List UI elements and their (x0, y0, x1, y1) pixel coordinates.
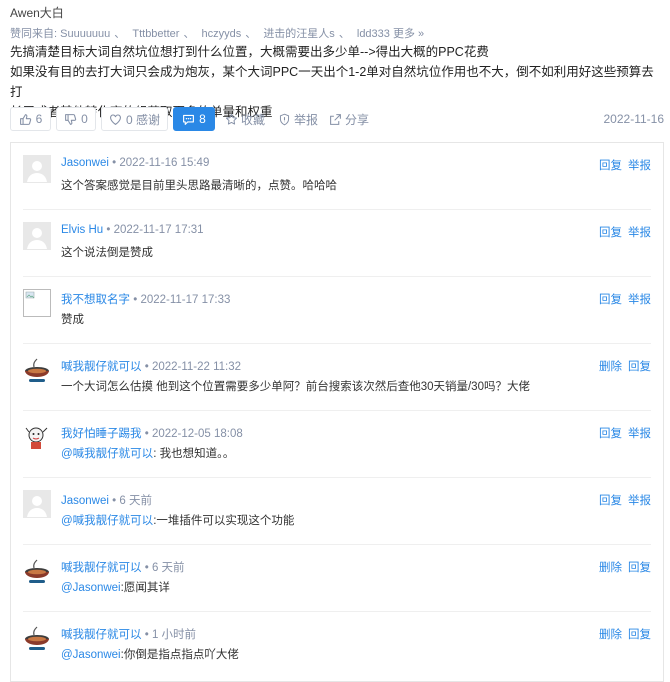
share-button[interactable]: 分享 (329, 111, 369, 128)
liked-by-user[interactable]: Tttbbetter (132, 28, 179, 40)
upvote-button[interactable]: 6 (10, 107, 51, 131)
comment-item: Elvis Hu • 2022-11-17 17:31 这个说法倒是赞成 回复举… (23, 210, 651, 277)
comment-reply-link[interactable]: 回复 (628, 629, 651, 641)
thumbs-down-icon (65, 113, 77, 125)
comment-time: 2022-11-22 11:32 (151, 361, 242, 373)
comment-time: 2022-11-17 17:31 (113, 224, 204, 236)
liked-by-prefix: 赞同来自: (10, 28, 58, 40)
comment-text: @喊我靓仔就可以: 我也想知道。。 (61, 448, 235, 460)
answer-line: 先搞清楚目标大词自然坑位想打到什么位置，大概需要出多少单-->得出大概的PPC花… (10, 45, 489, 59)
comment-time: 6 天前 (151, 562, 185, 574)
comment-reply-link[interactable]: 回复 (599, 227, 622, 239)
comment-text: 这个答案感觉是目前里头思路最清晰的，点赞。哈哈哈 (61, 180, 337, 192)
liked-by-user[interactable]: ldd333 (357, 28, 390, 40)
comment-time: 6 天前 (119, 495, 152, 507)
star-icon (225, 113, 238, 125)
comment-item: 喊我靓仔就可以 • 2022-11-22 11:32 一个大词怎么估摸 他到这个… (23, 344, 651, 411)
comments-button[interactable]: 8 (173, 107, 215, 131)
comment-author[interactable]: Jasonwei (61, 495, 109, 507)
comment-text: 赞成 (61, 314, 84, 326)
comment-delete-link[interactable]: 删除 (599, 562, 622, 574)
answer-card: Awen大白 赞同来自: Suuuuuuu、 Tttbbetter、 hczyy… (0, 0, 670, 682)
liked-by-more-link[interactable]: 更多 » (393, 28, 424, 40)
answer-actions: 6 0 0 感谢 8 收藏 举报 分享 2022-11-16 (10, 107, 664, 133)
favorite-button[interactable]: 收藏 (225, 111, 265, 128)
mention-link[interactable]: @喊我靓仔就可以 (61, 515, 153, 527)
comment-reply-link[interactable]: 回复 (599, 294, 622, 306)
comment-author[interactable]: 喊我靓仔就可以 (61, 562, 142, 574)
liked-by-user[interactable]: Suuuuuuu (60, 28, 110, 40)
broken-image-icon[interactable] (23, 289, 51, 317)
comment-reply-link[interactable]: 回复 (599, 495, 622, 507)
comment-text: 一个大词怎么估摸 他到这个位置需要多少单阿？前台搜索该次然后查他30天销量/30… (61, 381, 530, 393)
comment-item: 我好怕睡子踢我 • 2022-12-05 18:08 @喊我靓仔就可以: 我也想… (23, 411, 651, 478)
thanks-label: 0 感谢 (125, 112, 160, 127)
thanks-button[interactable]: 0 感谢 (101, 107, 168, 131)
comment-reply-link[interactable]: 回复 (599, 428, 622, 440)
comment-reply-link[interactable]: 回复 (628, 361, 651, 373)
default-avatar-icon[interactable] (23, 222, 51, 250)
comment-text: 这个说法倒是赞成 (61, 247, 153, 259)
comment-author[interactable]: 喊我靓仔就可以 (61, 629, 142, 641)
comments-panel: Jasonwei • 2022-11-16 15:49 这个答案感觉是目前里头思… (10, 142, 664, 682)
share-label: 分享 (345, 113, 370, 127)
liked-by-user[interactable]: hczyyds (202, 28, 242, 40)
comment-text: @Jasonwei:你倒是指点指点吖大佬 (61, 649, 239, 661)
mention-link[interactable]: @喊我靓仔就可以 (61, 448, 153, 460)
default-avatar-icon[interactable] (23, 155, 51, 183)
share-icon (330, 114, 341, 125)
comment-count: 8 (199, 112, 206, 126)
comment-text: @Jasonwei:愿闻其详 (61, 582, 170, 594)
report-label: 举报 (294, 113, 319, 127)
comment-author[interactable]: 我不想取名字 (61, 294, 130, 306)
answer-author[interactable]: Awen大白 (10, 4, 64, 21)
comment-report-link[interactable]: 举报 (628, 227, 651, 239)
comment-icon (183, 114, 195, 125)
comment-reply-link[interactable]: 回复 (599, 160, 622, 172)
comment-author[interactable]: 喊我靓仔就可以 (61, 361, 142, 373)
comment-text: @喊我靓仔就可以:一堆插件可以实现这个功能 (61, 515, 295, 527)
upvote-count: 6 (35, 112, 43, 126)
comment-item: Jasonwei • 2022-11-16 15:49 这个答案感觉是目前里头思… (23, 143, 651, 210)
bowl-avatar-icon[interactable] (23, 356, 51, 384)
comment-delete-link[interactable]: 删除 (599, 629, 622, 641)
comment-time: 2022-12-05 18:08 (151, 428, 243, 440)
comment-report-link[interactable]: 举报 (628, 160, 651, 172)
comment-author[interactable]: Elvis Hu (61, 224, 103, 236)
cartoon-avatar-icon[interactable] (23, 423, 51, 451)
comment-item: 我不想取名字 • 2022-11-17 17:33 赞成 回复 举报 (23, 277, 651, 344)
heart-icon (110, 114, 121, 125)
comment-time: 2022-11-17 17:33 (140, 294, 231, 306)
comment-author[interactable]: Jasonwei (61, 157, 109, 169)
comment-reply-link[interactable]: 回复 (628, 562, 651, 574)
comment-report-link[interactable]: 举报 (628, 294, 651, 306)
comment-item: Jasonwei • 6 天前 @喊我靓仔就可以:一堆插件可以实现这个功能 回复… (23, 478, 651, 545)
comment-delete-link[interactable]: 删除 (599, 361, 622, 373)
favorite-label: 收藏 (241, 113, 266, 127)
liked-by-user[interactable]: 进击的汪星人s (263, 28, 335, 40)
comment-time: 1 小时前 (151, 629, 197, 641)
bowl-avatar-icon[interactable] (23, 624, 51, 652)
default-avatar-icon[interactable] (23, 490, 51, 518)
comment-item: 喊我靓仔就可以 • 6 天前 @Jasonwei:愿闻其详 删除 回复 (23, 545, 651, 612)
mention-link[interactable]: @Jasonwei (61, 582, 121, 594)
comment-report-link[interactable]: 举报 (628, 495, 651, 507)
mention-link[interactable]: @Jasonwei (61, 649, 121, 661)
report-button[interactable]: 举报 (278, 111, 318, 128)
comment-author[interactable]: 我好怕睡子踢我 (61, 428, 142, 440)
liked-by-line: 赞同来自: Suuuuuuu、 Tttbbetter、 hczyyds、 进击的… (10, 28, 425, 40)
downvote-count: 0 (81, 112, 88, 126)
comment-item: 喊我靓仔就可以 • 1 小时前 @Jasonwei:你倒是指点指点吖大佬 删除回… (23, 612, 651, 678)
answer-date: 2022-11-16 (603, 112, 665, 126)
thumbs-up-icon (19, 113, 31, 125)
downvote-button[interactable]: 0 (56, 107, 96, 131)
shield-icon (279, 113, 290, 126)
comment-report-link[interactable]: 举报 (628, 428, 651, 440)
answer-line: 如果没有目的去打大词只会成为炮灰，某个大词PPC一天出个1-2单对自然坑位作用也… (10, 65, 654, 99)
comment-time: 2022-11-16 15:49 (119, 157, 210, 169)
bowl-avatar-icon[interactable] (23, 557, 51, 585)
